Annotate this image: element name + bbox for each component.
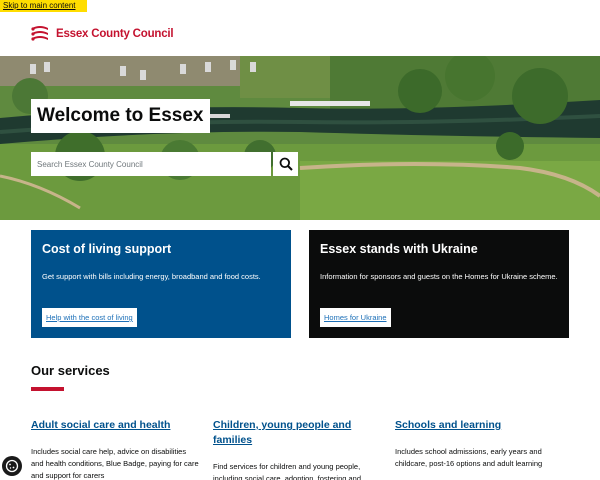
service-schools-learning: Schools and learning Includes school adm…	[395, 418, 563, 470]
service-adult-social-care: Adult social care and health Includes so…	[31, 418, 199, 480]
services-heading-underline	[31, 387, 64, 391]
ukraine-card: Essex stands with Ukraine Information fo…	[309, 230, 569, 338]
page-title: Welcome to Essex	[31, 99, 210, 133]
search-bar	[31, 152, 298, 176]
card-description: Get support with bills including energy,…	[42, 272, 261, 281]
hero-aerial-image	[0, 56, 600, 220]
card-title: Essex stands with Ukraine	[320, 242, 478, 256]
service-description: Includes school admissions, early years …	[395, 447, 543, 468]
essex-seax-icon	[31, 26, 48, 41]
service-children-families: Children, young people and families Find…	[213, 418, 381, 480]
card-description: Information for sponsors and guests on t…	[320, 272, 558, 281]
service-link[interactable]: Schools and learning	[395, 418, 563, 433]
search-icon	[279, 157, 293, 171]
card-title: Cost of living support	[42, 242, 172, 256]
service-link[interactable]: Children, young people and families	[213, 418, 381, 448]
hero-banner	[0, 56, 600, 220]
skip-to-main-content-link[interactable]: Skip to main content	[0, 0, 87, 12]
help-with-cost-of-living-link[interactable]: Help with the cost of living	[42, 308, 137, 327]
cookie-settings-button[interactable]	[2, 456, 22, 476]
service-link[interactable]: Adult social care and health	[31, 418, 199, 433]
search-input[interactable]	[31, 152, 272, 176]
essex-county-council-logo[interactable]: Essex County Council	[30, 24, 174, 44]
service-description: Includes social care help, advice on dis…	[31, 447, 199, 480]
cookie-settings-icon	[5, 459, 19, 473]
site-header: Essex County Council	[0, 12, 600, 56]
search-button[interactable]	[273, 152, 298, 176]
services-heading: Our services	[31, 363, 110, 378]
cost-of-living-card: Cost of living support Get support with …	[31, 230, 291, 338]
logo-text: Essex County Council	[56, 28, 174, 40]
service-description: Find services for children and young peo…	[213, 462, 362, 480]
homes-for-ukraine-link[interactable]: Homes for Ukraine	[320, 308, 391, 327]
